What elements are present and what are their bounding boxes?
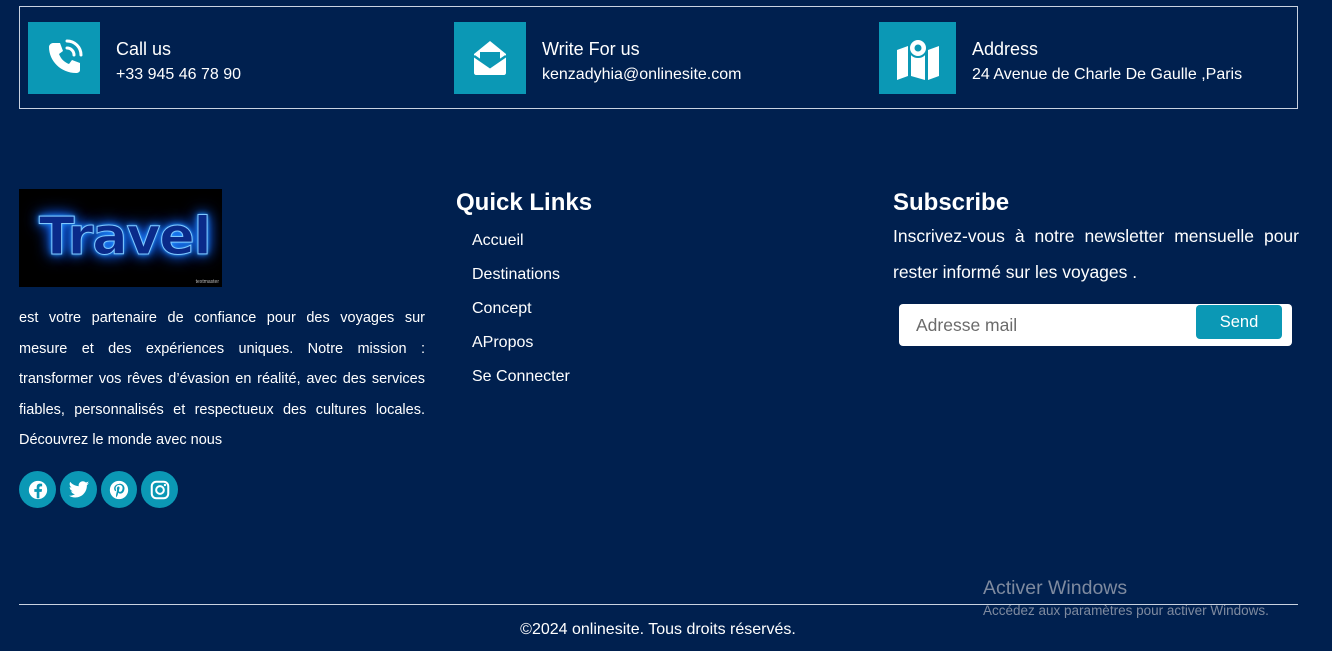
- copyright-text: ©2024 onlinesite. Tous droits réservés.: [520, 621, 796, 638]
- brand-logo[interactable]: Travel textmaster: [19, 189, 222, 287]
- subscribe-title: Subscribe: [893, 189, 1010, 216]
- pinterest-icon[interactable]: [101, 471, 137, 508]
- quick-link-apropos[interactable]: APropos: [472, 332, 570, 366]
- newsletter-form: Send: [899, 304, 1292, 346]
- quick-link-se-connecter[interactable]: Se Connecter: [472, 366, 570, 400]
- quick-link-destinations[interactable]: Destinations: [472, 264, 570, 298]
- quick-links-title: Quick Links: [456, 189, 593, 216]
- logo-small-text: textmaster: [195, 279, 219, 285]
- contact-title: Call us: [116, 39, 172, 59]
- quick-links-list: Accueil Destinations Concept APropos Se …: [472, 230, 570, 400]
- contact-value[interactable]: kenzadyhia@onlinesite.com: [542, 66, 741, 84]
- instagram-icon[interactable]: [141, 471, 178, 508]
- logo-text: Travel: [38, 207, 211, 268]
- envelope-icon: [454, 22, 526, 94]
- contact-title: Write For us: [542, 39, 640, 59]
- twitter-icon[interactable]: [60, 471, 97, 508]
- map-icon: [879, 22, 956, 94]
- quick-link-accueil[interactable]: Accueil: [472, 230, 570, 264]
- contact-bar: Call us +33 945 46 78 90 Write For us ke…: [19, 6, 1298, 109]
- send-button[interactable]: Send: [1196, 305, 1282, 339]
- quick-link-concept[interactable]: Concept: [472, 298, 570, 332]
- windows-activation-title: Activer Windows: [983, 577, 1128, 599]
- phone-icon: [28, 22, 100, 94]
- contact-value: 24 Avenue de Charle De Gaulle ,Paris: [972, 66, 1243, 83]
- windows-activation-subtitle: Accédez aux paramètres pour activer Wind…: [983, 603, 1269, 618]
- about-text: est votre partenaire de confiance pour d…: [19, 310, 425, 448]
- subscribe-text: Inscrivez-vous à notre newsletter mensue…: [893, 226, 1299, 282]
- facebook-icon[interactable]: [19, 471, 56, 508]
- email-input[interactable]: [899, 304, 1189, 346]
- contact-title: Address: [972, 39, 1039, 59]
- contact-value: +33 945 46 78 90: [116, 66, 242, 83]
- social-links: [19, 471, 182, 508]
